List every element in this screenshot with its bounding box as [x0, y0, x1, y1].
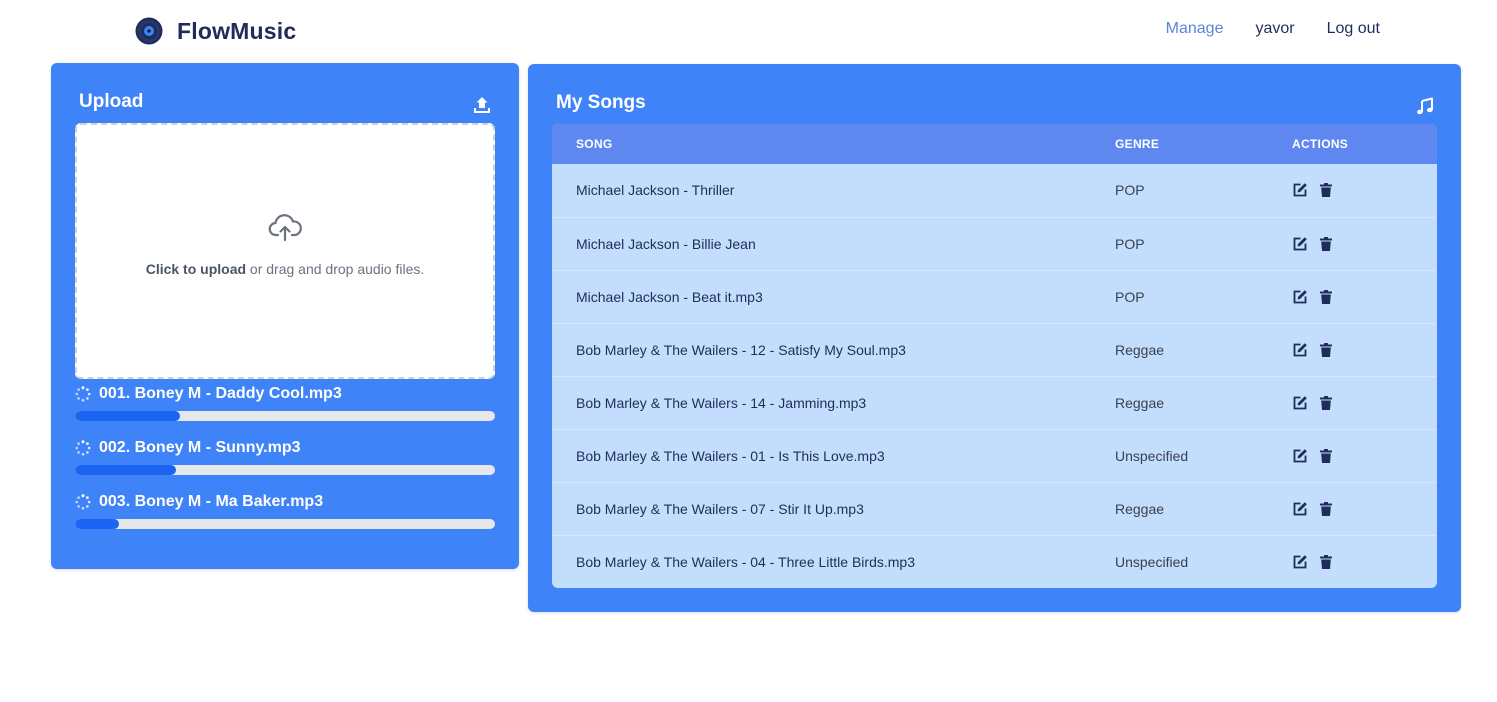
genre-cell: Reggae [1115, 500, 1165, 517]
trash-icon[interactable] [1318, 501, 1334, 517]
trash-icon[interactable] [1318, 448, 1334, 464]
actions-cell [1292, 429, 1437, 482]
table-row[interactable]: Bob Marley & The Wailers - 07 - Stir It … [552, 482, 1437, 535]
song-cell: Bob Marley & The Wailers - 12 - Satisfy … [576, 341, 906, 358]
upload-progress-bar [75, 519, 495, 529]
column-header-genre[interactable]: Genre [1115, 124, 1292, 164]
column-header-actions: Actions [1292, 137, 1349, 151]
music-note-icon [1417, 97, 1433, 115]
genre-cell: Unspecified [1115, 447, 1189, 464]
song-cell: Michael Jackson - Beat it.mp3 [576, 288, 763, 305]
genre-cell: Reggae [1115, 394, 1165, 411]
upload-item: 003. Boney M - Ma Baker.mp3 [75, 492, 495, 529]
edit-icon[interactable] [1292, 554, 1308, 570]
upload-progress-bar [75, 465, 495, 475]
dropzone-text: Click to upload or drag and drop audio f… [77, 261, 493, 277]
song-cell: Michael Jackson - Billie Jean [576, 235, 756, 252]
cloud-upload-icon [268, 214, 302, 241]
song-cell: Bob Marley & The Wailers - 04 - Three Li… [576, 553, 915, 570]
genre-cell: Reggae [1115, 341, 1165, 358]
column-header-song[interactable]: Song [552, 124, 1115, 164]
genre-cell: POP [1115, 182, 1145, 199]
actions-cell [1292, 270, 1437, 323]
song-cell: Bob Marley & The Wailers - 14 - Jamming.… [576, 394, 867, 411]
dropzone-rest-text: or drag and drop audio files. [246, 261, 425, 277]
trash-icon[interactable] [1318, 236, 1334, 252]
upload-progress-bar [75, 411, 495, 421]
edit-icon[interactable] [1292, 182, 1308, 198]
trash-icon[interactable] [1318, 554, 1334, 570]
table-header-row: Song Genre Actions [552, 124, 1437, 164]
song-cell: Michael Jackson - Thriller [576, 182, 735, 199]
trash-icon[interactable] [1318, 182, 1334, 198]
table-row[interactable]: Michael Jackson - Thriller POP [552, 164, 1437, 217]
table-row[interactable]: Bob Marley & The Wailers - 12 - Satisfy … [552, 323, 1437, 376]
edit-icon[interactable] [1292, 289, 1308, 305]
dropzone-strong-text: Click to upload [145, 261, 247, 277]
table-row[interactable]: Michael Jackson - Beat it.mp3 POP [552, 270, 1437, 323]
trash-icon[interactable] [1318, 342, 1334, 358]
actions-cell [1292, 164, 1437, 217]
spinner-icon [75, 440, 91, 456]
nav-logout-link[interactable]: Log out [1327, 20, 1380, 38]
top-navbar: FlowMusic Manage yavor Log out [0, 0, 1497, 62]
edit-icon[interactable] [1292, 236, 1308, 252]
songs-table: Song Genre Actions Michael Jackson - Thr… [552, 124, 1437, 588]
edit-icon[interactable] [1292, 448, 1308, 464]
upload-item: 001. Boney M - Daddy Cool.mp3 [75, 384, 495, 421]
nav-links: Manage yavor Log out [1134, 20, 1380, 38]
brand-name: FlowMusic [177, 17, 297, 44]
genre-cell: POP [1115, 288, 1145, 305]
genre-cell: POP [1115, 235, 1145, 252]
edit-icon[interactable] [1292, 501, 1308, 517]
actions-cell [1292, 482, 1437, 535]
nav-user-link[interactable]: yavor [1255, 20, 1294, 38]
songs-title: My Songs [556, 92, 646, 113]
trash-icon[interactable] [1318, 289, 1334, 305]
upload-title: Upload [79, 91, 144, 112]
actions-cell [1292, 323, 1437, 376]
actions-cell [1292, 535, 1437, 588]
upload-progress-fill [75, 465, 176, 475]
upload-file-name: 002. Boney M - Sunny.mp3 [99, 439, 301, 456]
actions-cell [1292, 376, 1437, 429]
nav-manage-link[interactable]: Manage [1166, 20, 1224, 38]
genre-cell: Unspecified [1115, 553, 1189, 570]
song-cell: Bob Marley & The Wailers - 07 - Stir It … [576, 500, 864, 517]
songs-panel: My Songs Song Genre Actions Michael Jack… [528, 64, 1461, 612]
upload-progress-fill [75, 411, 180, 421]
table-row[interactable]: Bob Marley & The Wailers - 04 - Three Li… [552, 535, 1437, 588]
trash-icon[interactable] [1318, 395, 1334, 411]
edit-icon[interactable] [1292, 395, 1308, 411]
upload-file-name: 003. Boney M - Ma Baker.mp3 [99, 493, 324, 510]
upload-icon[interactable] [473, 96, 491, 114]
song-cell: Bob Marley & The Wailers - 01 - Is This … [576, 447, 885, 464]
edit-icon[interactable] [1292, 342, 1308, 358]
upload-progress-fill [75, 519, 120, 529]
table-row[interactable]: Bob Marley & The Wailers - 14 - Jamming.… [552, 376, 1437, 429]
table-row[interactable]: Bob Marley & The Wailers - 01 - Is This … [552, 429, 1437, 482]
table-row[interactable]: Michael Jackson - Billie Jean POP [552, 217, 1437, 270]
upload-file-name: 001. Boney M - Daddy Cool.mp3 [99, 385, 342, 402]
spinner-icon [75, 386, 91, 402]
spinner-icon [75, 494, 91, 510]
dropzone[interactable]: Click to upload or drag and drop audio f… [75, 123, 495, 379]
brand[interactable]: FlowMusic [135, 15, 296, 47]
upload-item: 002. Boney M - Sunny.mp3 [75, 438, 495, 475]
actions-cell [1292, 217, 1437, 270]
upload-panel: Upload Click to upload or drag and drop … [51, 63, 519, 569]
vinyl-record-icon [135, 17, 163, 45]
